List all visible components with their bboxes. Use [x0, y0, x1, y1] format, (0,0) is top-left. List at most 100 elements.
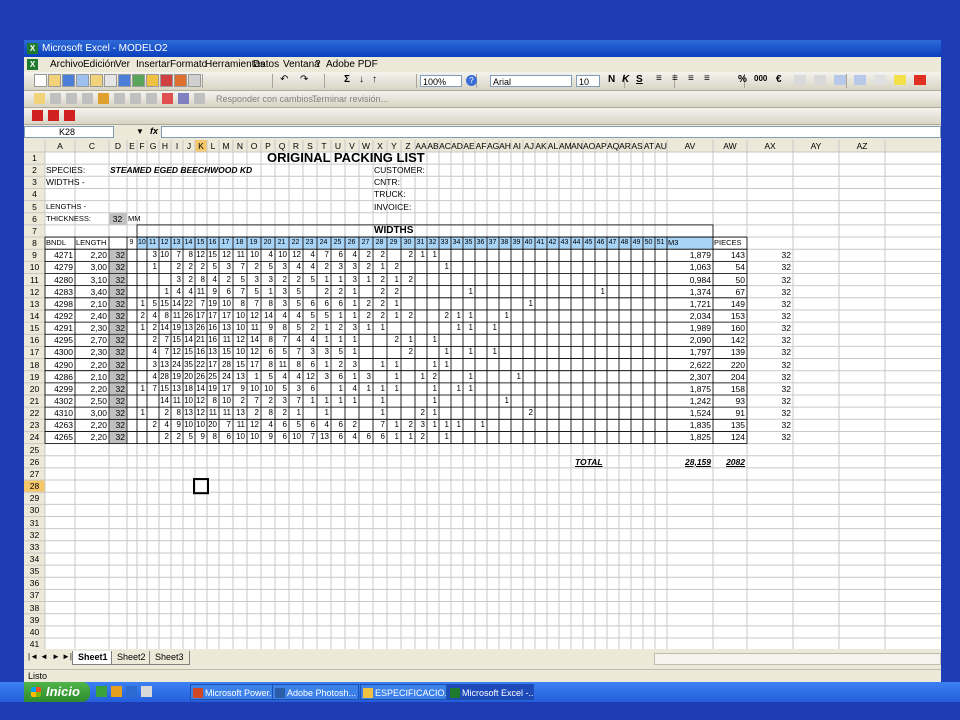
width-count[interactable]: 4: [160, 419, 169, 431]
bundle-thickness-copy[interactable]: 32: [748, 346, 791, 358]
width-header[interactable]: 19: [248, 237, 259, 249]
thickness-label[interactable]: THICKNESS:: [46, 213, 91, 225]
tab-scroll-prev-icon[interactable]: ◄: [40, 652, 48, 661]
bundle-thickness-copy[interactable]: 32: [748, 431, 791, 443]
task-folder[interactable]: ESPECIFICACIO...: [360, 684, 447, 700]
total-m3[interactable]: 28,159: [668, 456, 711, 468]
width-count[interactable]: 1: [452, 310, 461, 322]
toolbar-button-3[interactable]: [76, 74, 89, 87]
bndl-header[interactable]: BNDL: [46, 237, 66, 249]
width-count[interactable]: 6: [332, 419, 343, 431]
width-count[interactable]: 1: [248, 371, 259, 383]
width-header[interactable]: 27: [360, 237, 371, 249]
width-count[interactable]: 8: [276, 322, 287, 334]
row-header[interactable]: 1: [24, 152, 45, 164]
width-count[interactable]: 2: [148, 419, 157, 431]
toolbar-button-7[interactable]: [132, 74, 145, 87]
column-header-K[interactable]: K: [195, 140, 207, 152]
bundle-thickness-copy[interactable]: 32: [748, 395, 791, 407]
bundle-m3[interactable]: 1,989: [668, 322, 711, 334]
width-count[interactable]: 11: [248, 322, 259, 334]
invoice-label[interactable]: INVOICE:: [374, 201, 411, 213]
bundle-thickness[interactable]: 32: [110, 419, 125, 431]
width-count[interactable]: 1: [402, 431, 413, 443]
width-header[interactable]: 32: [428, 237, 437, 249]
width-count[interactable]: 1: [138, 298, 145, 310]
width-count[interactable]: 3: [416, 419, 425, 431]
width-count[interactable]: 4: [290, 261, 301, 273]
percent-style-button[interactable]: %: [738, 74, 747, 85]
width-count[interactable]: 2: [428, 371, 437, 383]
row-header[interactable]: 25: [24, 444, 45, 456]
width-count[interactable]: 8: [208, 395, 217, 407]
column-header-AB[interactable]: AB: [427, 140, 439, 152]
width-count[interactable]: 5: [290, 298, 301, 310]
width-count[interactable]: 6: [318, 298, 329, 310]
width-count[interactable]: 1: [464, 371, 473, 383]
width-count[interactable]: 22: [196, 359, 205, 371]
row-header[interactable]: 35: [24, 565, 45, 577]
width-count[interactable]: 3: [276, 286, 287, 298]
width-count[interactable]: 10: [234, 310, 245, 322]
zoom-select[interactable]: 100%: [420, 75, 462, 87]
sheet-tab-sheet3[interactable]: Sheet3: [149, 651, 190, 665]
column-header-AK[interactable]: AK: [535, 140, 547, 152]
bundle-thickness-copy[interactable]: 32: [748, 286, 791, 298]
column-header-AC[interactable]: AC: [439, 140, 451, 152]
width-count[interactable]: 3: [318, 371, 329, 383]
width-count[interactable]: 13: [234, 371, 245, 383]
width-header[interactable]: 31: [416, 237, 425, 249]
width-count[interactable]: 9: [196, 431, 205, 443]
width-count[interactable]: 2: [160, 431, 169, 443]
row-header[interactable]: 6: [24, 213, 45, 225]
width-header[interactable]: 46: [596, 237, 605, 249]
width-count[interactable]: 1: [464, 322, 473, 334]
width-count[interactable]: 17: [208, 359, 217, 371]
width-count[interactable]: 2: [402, 419, 413, 431]
row-header[interactable]: 34: [24, 553, 45, 565]
width-count[interactable]: 24: [172, 359, 181, 371]
bundle-length[interactable]: 2,20: [76, 419, 107, 431]
width-count[interactable]: 5: [290, 322, 301, 334]
width-count[interactable]: 3: [276, 395, 287, 407]
width-count[interactable]: 5: [248, 286, 259, 298]
width-header[interactable]: 10: [138, 237, 146, 249]
row-header[interactable]: 23: [24, 419, 45, 431]
menu-item-4[interactable]: Formato: [170, 59, 207, 70]
row-header[interactable]: 26: [24, 456, 45, 468]
truck-label[interactable]: TRUCK:: [374, 188, 406, 200]
quick-launch-excel-icon[interactable]: [96, 686, 107, 697]
pdf-review-icon[interactable]: [64, 110, 75, 121]
width-count[interactable]: 9: [208, 286, 217, 298]
width-header[interactable]: 36: [476, 237, 485, 249]
width-count[interactable]: 7: [290, 346, 301, 358]
width-count[interactable]: 2: [360, 298, 371, 310]
width-count[interactable]: 5: [276, 346, 287, 358]
width-count[interactable]: 1: [332, 274, 343, 286]
bundle-number[interactable]: 4290: [46, 359, 73, 371]
width-count[interactable]: 14: [248, 334, 259, 346]
width-count[interactable]: 1: [374, 395, 385, 407]
width-count[interactable]: 4: [148, 346, 157, 358]
width-count[interactable]: 26: [196, 322, 205, 334]
width-count[interactable]: 10: [220, 298, 231, 310]
bundle-length[interactable]: 2,30: [76, 322, 107, 334]
width-count[interactable]: 3: [346, 261, 357, 273]
width-count[interactable]: 6: [332, 371, 343, 383]
sheet-title[interactable]: ORIGINAL PACKING LIST: [267, 151, 425, 164]
width-count[interactable]: 6: [304, 298, 315, 310]
width-count[interactable]: 15: [220, 346, 231, 358]
width-count[interactable]: 2: [360, 310, 371, 322]
width-count[interactable]: 1: [318, 334, 329, 346]
width-header[interactable]: 26: [346, 237, 357, 249]
width-count[interactable]: 1: [388, 431, 399, 443]
euro-currency-button[interactable]: €: [776, 74, 782, 85]
review-button-1[interactable]: [50, 93, 61, 104]
review-button-5[interactable]: [114, 93, 125, 104]
width-count[interactable]: 2: [402, 310, 413, 322]
width-count[interactable]: 6: [332, 298, 343, 310]
bundle-pieces[interactable]: 220: [714, 359, 745, 371]
width-count[interactable]: 16: [196, 346, 205, 358]
bundle-thickness[interactable]: 32: [110, 395, 125, 407]
width-count[interactable]: 2: [234, 395, 245, 407]
